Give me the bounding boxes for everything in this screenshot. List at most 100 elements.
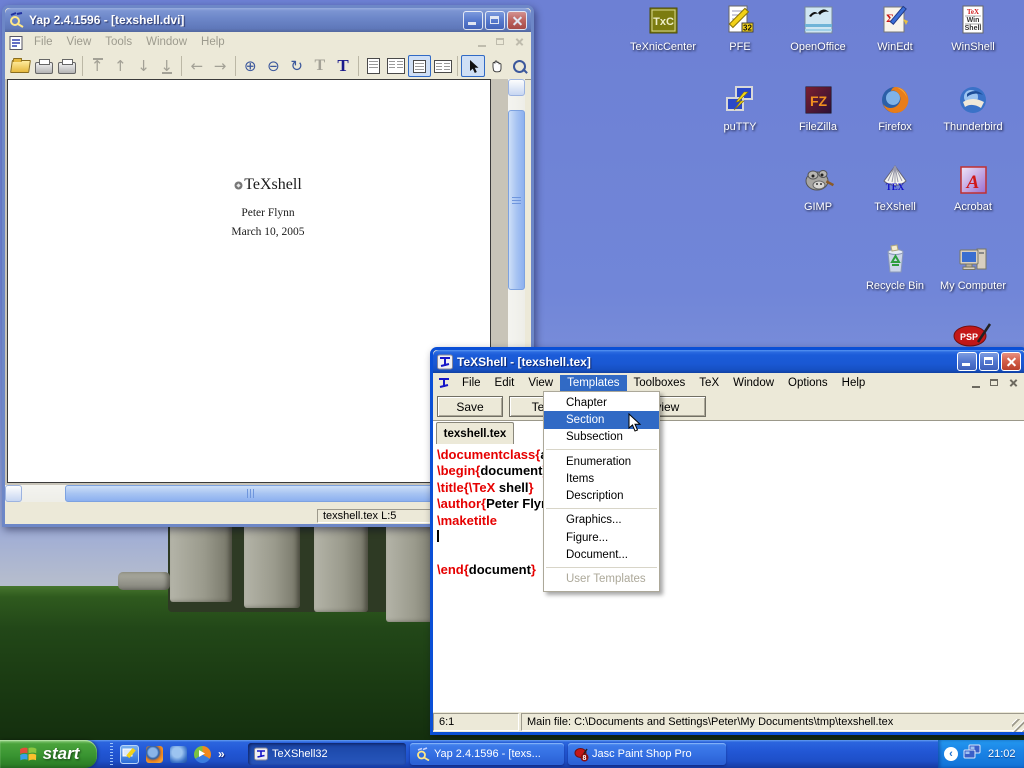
texshell-minimize-button[interactable]	[957, 352, 977, 371]
menu-window[interactable]: Window	[726, 375, 781, 392]
texshell-maximize-button[interactable]	[979, 352, 999, 371]
desktop-icon-winshell[interactable]: TeX Win Shell WinShell	[936, 4, 1010, 55]
menu-item-chapter[interactable]: Chapter	[544, 394, 659, 411]
hand-tool-button[interactable]	[485, 55, 508, 77]
editor-line[interactable]: \maketitle	[437, 513, 1023, 529]
menu-view[interactable]: View	[521, 375, 560, 392]
menu-toolboxes[interactable]: Toolboxes	[627, 375, 693, 392]
resize-grip[interactable]	[1012, 719, 1024, 732]
tray-hide-chevron[interactable]: ‹	[944, 747, 958, 761]
editor-line[interactable]: \end{document}	[437, 562, 1023, 578]
quick-launch-thunderbird-icon[interactable]	[170, 746, 187, 763]
yap-menu-view[interactable]: View	[60, 34, 99, 51]
quick-launch-handle[interactable]	[110, 743, 113, 765]
single-page-view-button[interactable]	[362, 55, 385, 77]
editor-line[interactable]: \documentclass{a	[437, 447, 1023, 463]
quick-launch-chevron[interactable]: »	[218, 747, 225, 761]
desktop-icon-filezilla[interactable]: FZ FileZilla	[781, 84, 855, 135]
vertical-scroll-thumb[interactable]	[508, 110, 525, 290]
menu-help[interactable]: Help	[835, 375, 873, 392]
menu-templates[interactable]: Templates	[560, 375, 626, 392]
desktop-icon-winedt[interactable]: Σ WinEdt	[858, 4, 932, 55]
menu-item-enumeration[interactable]: Enumeration	[544, 453, 659, 470]
editor-line[interactable]	[437, 529, 1023, 545]
forward-button[interactable]: →	[209, 55, 232, 77]
editor-line[interactable]	[437, 545, 1023, 561]
desktop-icon-psp-partial[interactable]: PSP	[950, 320, 994, 347]
continuous-facing-view-button[interactable]	[431, 55, 454, 77]
continuous-view-button[interactable]	[408, 55, 431, 77]
menu-item-items[interactable]: Items	[544, 470, 659, 487]
editor-text[interactable]: \documentclass{a\begin{document}\title{\…	[437, 447, 1023, 710]
text-tool-button[interactable]: T	[331, 55, 354, 77]
desktop-icon-putty[interactable]: puTTY	[703, 84, 777, 135]
magnifier-tool-button[interactable]	[508, 55, 531, 77]
print-button[interactable]	[32, 55, 55, 77]
network-tray-icon[interactable]	[963, 744, 981, 765]
texshell-mdi-close[interactable]	[1006, 377, 1021, 390]
back-button[interactable]: ←	[185, 55, 208, 77]
taskbar-button-paint-shop-pro[interactable]: 8 Jasc Paint Shop Pro	[568, 743, 726, 765]
scroll-left-button[interactable]	[5, 485, 22, 502]
texshell-mdi-minimize[interactable]	[970, 377, 985, 390]
print-setup-button[interactable]	[55, 55, 78, 77]
desktop-icon-thunderbird[interactable]: Thunderbird	[936, 84, 1010, 135]
yap-menu-file[interactable]: File	[27, 34, 60, 51]
desktop-icon-my-computer[interactable]: My Computer	[936, 243, 1010, 294]
texshell-titlebar[interactable]: TeXShell - [texshell.tex]	[433, 350, 1024, 373]
yap-mdi-close[interactable]	[512, 36, 527, 49]
menu-item-description[interactable]: Description	[544, 487, 659, 504]
taskbar-button-texshell32[interactable]: TeXShell32	[248, 743, 406, 765]
yap-maximize-button[interactable]	[485, 11, 505, 30]
quick-launch-firefox-icon[interactable]	[146, 746, 163, 763]
start-button[interactable]: start	[0, 740, 97, 768]
menu-file[interactable]: File	[455, 375, 488, 392]
yap-titlebar[interactable]: Yap 2.4.1596 - [texshell.dvi]	[5, 8, 531, 32]
desktop-icon-pfe[interactable]: 32 PFE	[703, 4, 777, 55]
show-desktop-icon[interactable]	[120, 745, 139, 764]
menu-options[interactable]: Options	[781, 375, 835, 392]
texshell-mdi-restore[interactable]	[988, 377, 1003, 390]
editor-line[interactable]: \begin{document}	[437, 463, 1023, 479]
previous-page-button[interactable]: ↑	[109, 55, 132, 77]
open-button[interactable]	[9, 55, 32, 77]
refresh-button[interactable]: ↻	[285, 55, 308, 77]
menu-item-user-templates[interactable]: User Templates	[544, 571, 659, 588]
menu-edit[interactable]: Edit	[488, 375, 522, 392]
save-button[interactable]: Save	[437, 396, 503, 417]
desktop-icon-recycle-bin[interactable]: Recycle Bin	[858, 243, 932, 294]
yap-close-button[interactable]	[507, 11, 527, 30]
taskbar-button-yap[interactable]: Yap 2.4.1596 - [texs...	[410, 743, 564, 765]
yap-menu-help[interactable]: Help	[194, 34, 232, 51]
menu-item-document[interactable]: Document...	[544, 546, 659, 563]
yap-minimize-button[interactable]	[463, 11, 483, 30]
select-tool-button[interactable]	[461, 55, 484, 77]
yap-mdi-restore[interactable]	[494, 36, 509, 49]
zoom-out-button[interactable]: ⊖	[262, 55, 285, 77]
horizontal-scroll-thumb[interactable]	[65, 485, 435, 502]
menu-tex[interactable]: TeX	[692, 375, 726, 392]
scroll-up-button[interactable]	[508, 79, 525, 96]
zoom-in-button[interactable]: ⊕	[239, 55, 262, 77]
ruler-tool-button[interactable]: T	[308, 55, 331, 77]
first-page-button[interactable]: ↑	[86, 55, 109, 77]
editor-line[interactable]: \author{Peter Flynn}	[437, 496, 1023, 512]
facing-pages-view-button[interactable]	[385, 55, 408, 77]
last-page-button[interactable]: ↓	[155, 55, 178, 77]
quick-launch-media-player-icon[interactable]	[194, 746, 211, 763]
yap-menu-tools[interactable]: Tools	[98, 34, 139, 51]
desktop-icon-firefox[interactable]: Firefox	[858, 84, 932, 135]
desktop-icon-openoffice[interactable]: OpenOffice	[781, 4, 855, 55]
menu-item-graphics[interactable]: Graphics...	[544, 512, 659, 529]
yap-menu-window[interactable]: Window	[139, 34, 194, 51]
yap-mdi-minimize[interactable]	[476, 36, 491, 49]
tab-texshell-tex[interactable]: texshell.tex	[436, 422, 514, 444]
menu-item-figure[interactable]: Figure...	[544, 529, 659, 546]
next-page-button[interactable]: ↓	[132, 55, 155, 77]
desktop-icon-texniccenter[interactable]: TxC TeXnicCenter	[626, 4, 700, 55]
texshell-close-button[interactable]	[1001, 352, 1021, 371]
desktop-icon-gimp[interactable]: GIMP	[781, 164, 855, 215]
desktop-icon-texshell[interactable]: TEX TeXshell	[858, 164, 932, 215]
editor-line[interactable]: \title{\TeX shell}	[437, 480, 1023, 496]
desktop-icon-acrobat[interactable]: A Acrobat	[936, 164, 1010, 215]
